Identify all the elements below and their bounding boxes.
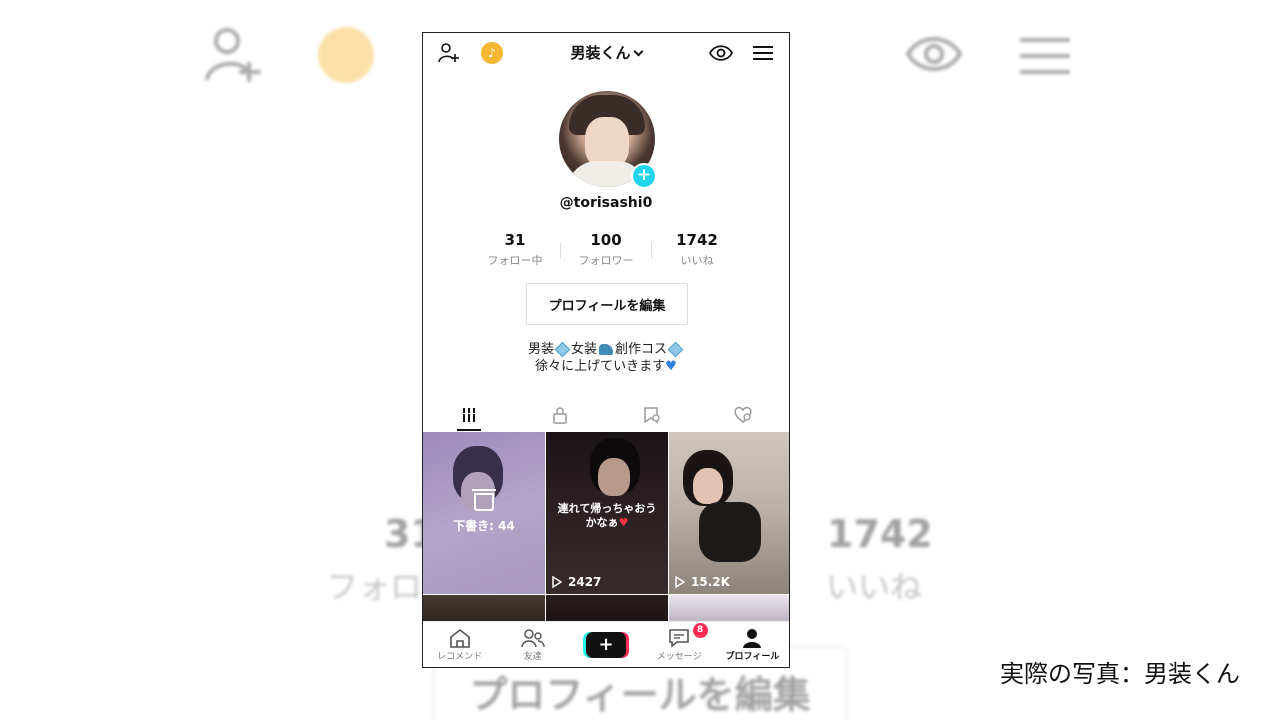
play-count: 2427	[552, 575, 601, 589]
bg-likes-label: いいね	[826, 568, 923, 606]
bottom-navigation: レコメンド 友達 + メッセージ 8 プロフィール	[423, 621, 789, 667]
add-photo-icon[interactable]: +	[631, 163, 657, 189]
bg-add-user-icon	[203, 26, 265, 88]
bio-text: 徐々に上げていきます	[535, 359, 666, 374]
bg-menu-icon	[1020, 36, 1072, 80]
tab-private[interactable]	[515, 399, 607, 431]
drafts-icon	[472, 488, 496, 511]
draft-thumbnail[interactable]: 下書き: 44	[423, 432, 545, 594]
tab-liked[interactable]	[698, 399, 790, 431]
friends-icon	[521, 629, 545, 648]
nav-inbox-label: メッセージ	[656, 652, 702, 662]
create-icon: +	[586, 631, 626, 658]
home-icon	[449, 628, 470, 648]
video-grid: 下書き: 44 連れて帰っちゃおう かなぁ♥ 2427 15.2K	[423, 432, 789, 625]
notification-badge: 8	[692, 623, 708, 638]
bio-text: 女装	[570, 342, 597, 357]
profile-stats: 31 フォロー中 100 フォロワー 1742 いいね	[423, 231, 789, 268]
likes-label: いいね	[680, 254, 714, 267]
draft-count: 下書き: 44	[453, 518, 515, 533]
followers-stat[interactable]: 100 フォロワー	[561, 231, 651, 268]
followers-count: 100	[590, 231, 622, 249]
nav-friends-label: 友達	[523, 652, 542, 662]
diamond-emoji-icon	[554, 341, 571, 358]
play-icon	[675, 575, 686, 589]
likes-count: 1742	[676, 231, 718, 249]
tab-saved[interactable]	[606, 399, 698, 431]
nav-friends[interactable]: 友達	[496, 622, 569, 667]
lock-icon	[553, 407, 567, 424]
likes-stat[interactable]: 1742 いいね	[652, 231, 742, 268]
eye-icon[interactable]	[709, 41, 733, 65]
account-name: 男装くん	[570, 44, 631, 62]
blue-heart-emoji-icon: ♥	[665, 359, 677, 374]
inbox-icon	[669, 629, 690, 648]
username: @torisashi0	[559, 195, 653, 211]
bg-likes-count: 1742	[827, 512, 933, 556]
phone-screen: ♪ 男装くん + @torisashi0 31 フォロー中 100 フォロワー …	[422, 32, 790, 668]
top-bar: ♪ 男装くん	[423, 33, 789, 73]
nav-create[interactable]: +	[569, 622, 642, 667]
edit-profile-button[interactable]: プロフィールを編集	[526, 283, 688, 325]
bio-line-2: 徐々に上げていきます♥	[423, 358, 789, 375]
bio-line-1: 男装 女装 創作コス	[423, 341, 789, 358]
nav-home[interactable]: レコメンド	[423, 622, 496, 667]
chevron-down-icon	[633, 46, 643, 57]
play-count-value: 15.2K	[691, 575, 730, 589]
bio-text: 創作コス	[615, 342, 668, 357]
nav-home-label: レコメンド	[437, 652, 483, 662]
followers-label: フォロワー	[578, 254, 634, 267]
play-count: 15.2K	[675, 575, 730, 589]
photo-caption: 実際の写真：男装くん	[1000, 660, 1240, 688]
play-icon	[552, 575, 563, 589]
dinosaur-emoji-icon	[599, 344, 613, 355]
content-tabs	[423, 399, 789, 431]
bg-following-label: フォロ	[326, 568, 423, 606]
nav-profile-label: プロフィール	[725, 652, 780, 662]
menu-icon[interactable]	[751, 41, 775, 65]
bg-eye-icon	[905, 32, 963, 80]
saved-icon	[644, 407, 660, 424]
draft-overlay: 下書き: 44	[423, 432, 545, 594]
account-switcher[interactable]: 男装くん	[423, 42, 789, 63]
liked-icon	[734, 406, 752, 423]
tab-videos[interactable]	[423, 399, 515, 431]
play-count-value: 2427	[568, 575, 602, 589]
bg-coin-icon	[318, 27, 374, 83]
following-count: 31	[504, 231, 526, 249]
following-label: フォロー中	[487, 254, 543, 267]
overlay-line: かなぁ	[585, 516, 619, 529]
profile-icon	[743, 629, 762, 648]
nav-inbox[interactable]: メッセージ 8	[643, 622, 716, 667]
profile-bio: 男装 女装 創作コス 徐々に上げていきます♥	[423, 341, 789, 375]
overlay-line: 連れて帰っちゃおう	[557, 502, 657, 515]
following-stat[interactable]: 31 フォロー中	[470, 231, 560, 268]
grid-icon	[461, 408, 476, 422]
video-thumbnail[interactable]: 15.2K	[669, 432, 789, 594]
bio-text: 男装	[527, 342, 554, 357]
nav-profile[interactable]: プロフィール	[716, 622, 789, 667]
diamond-emoji-icon	[667, 341, 684, 358]
video-thumbnail[interactable]: 連れて帰っちゃおう かなぁ♥ 2427	[546, 432, 668, 594]
video-overlay-text: 連れて帰っちゃおう かなぁ♥	[554, 502, 660, 530]
